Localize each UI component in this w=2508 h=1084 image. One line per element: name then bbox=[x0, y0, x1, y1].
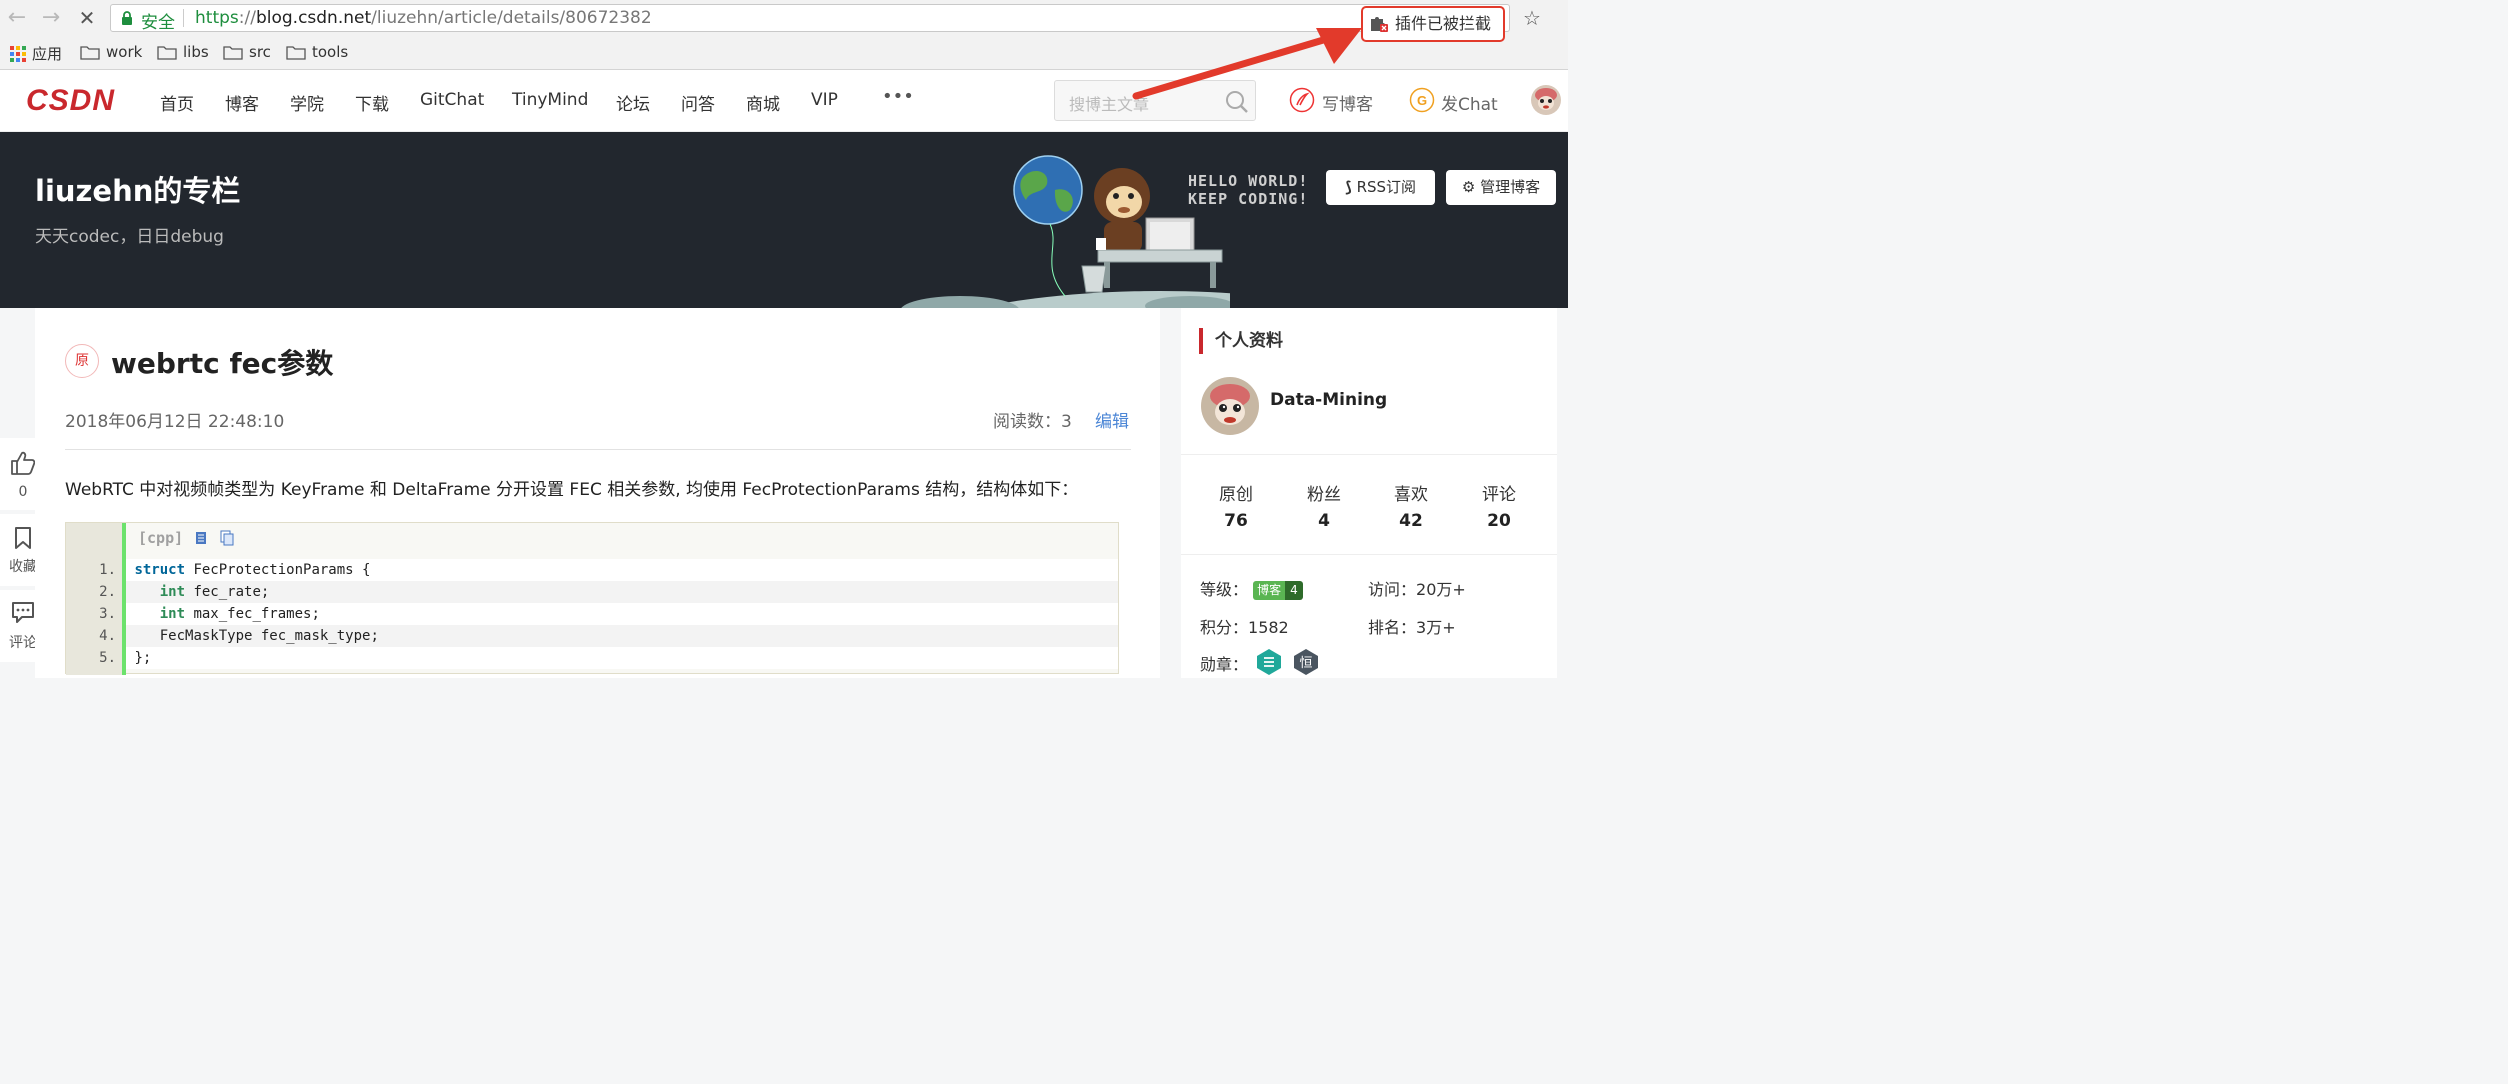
nav-academy[interactable]: 学院 bbox=[290, 90, 324, 115]
edit-link[interactable]: 编辑 bbox=[1095, 407, 1129, 432]
stat-likes[interactable]: 喜欢 42 bbox=[1375, 480, 1447, 531]
user-avatar[interactable] bbox=[1530, 84, 1562, 116]
read-count: 阅读数：3 bbox=[993, 412, 1072, 432]
article-date: 2018年06月12日 22:48:10 bbox=[65, 412, 285, 432]
forward-arrow-icon: → bbox=[41, 5, 61, 30]
banner-illustration bbox=[901, 155, 1230, 308]
blog-subtitle: 天天codec，日日debug bbox=[35, 227, 224, 247]
article-paragraph: WebRTC 中对视频帧类型为 KeyFrame 和 DeltaFrame 分开… bbox=[65, 480, 1079, 500]
level-row: 等级： 博客 4 bbox=[1200, 576, 1303, 600]
medal-persistence-label: 恒 bbox=[1299, 656, 1313, 671]
annotation-arrow-icon bbox=[1132, 28, 1362, 100]
nav-tinymind[interactable]: TinyMind bbox=[512, 90, 588, 110]
star-icon: ☆ bbox=[1523, 6, 1541, 30]
rss-subscribe-button[interactable]: ⟆ RSS订阅 bbox=[1326, 170, 1435, 205]
forward-button[interactable]: → bbox=[38, 6, 64, 30]
address-divider bbox=[183, 9, 184, 27]
thumbs-up-icon bbox=[11, 451, 36, 475]
stats-divider bbox=[1181, 554, 1557, 555]
article-main: 原 webrtc fec参数 2018年06月12日 22:48:10 阅读数：… bbox=[35, 308, 1160, 678]
back-arrow-icon: ← bbox=[7, 5, 27, 30]
copy-code-icon[interactable] bbox=[219, 530, 235, 546]
code-toolbar: [cpp] bbox=[138, 529, 235, 547]
bookmark-label: src bbox=[249, 43, 271, 61]
post-chat-link[interactable]: 发Chat bbox=[1441, 90, 1498, 115]
bookmark-folder-libs[interactable]: libs bbox=[157, 43, 209, 61]
rank-row: 排名：3万+ bbox=[1368, 618, 1456, 637]
rss-icon: ⟆ bbox=[1344, 178, 1352, 196]
nav-mall[interactable]: 商城 bbox=[746, 90, 780, 115]
nav-forum[interactable]: 论坛 bbox=[616, 90, 650, 115]
visits-row: 访问：20万+ bbox=[1368, 580, 1466, 599]
stat-comments[interactable]: 评论 20 bbox=[1463, 480, 1535, 531]
nav-home[interactable]: 首页 bbox=[160, 90, 194, 115]
nav-blog[interactable]: 博客 bbox=[225, 90, 259, 115]
folder-icon bbox=[223, 45, 243, 60]
folder-icon bbox=[157, 45, 177, 60]
code-line: 5. }; bbox=[99, 647, 1118, 669]
bookmark-folder-work[interactable]: work bbox=[80, 43, 142, 61]
hello-world-text: HELLO WORLD! KEEP CODING! bbox=[1188, 172, 1309, 208]
bookmark-folder-src[interactable]: src bbox=[223, 43, 271, 61]
bookmark-label: 应用 bbox=[32, 45, 63, 63]
bookmark-icon bbox=[15, 527, 31, 549]
stop-icon: ✕ bbox=[78, 6, 96, 30]
title-divider bbox=[65, 449, 1131, 450]
csdn-logo[interactable]: CSDN bbox=[26, 84, 115, 118]
bookmark-folder-tools[interactable]: tools bbox=[286, 43, 348, 61]
view-plain-icon[interactable] bbox=[195, 531, 207, 545]
points-row: 积分：1582 bbox=[1200, 618, 1289, 637]
svg-text:G: G bbox=[1417, 93, 1427, 108]
gitchat-icon: G bbox=[1409, 87, 1435, 113]
code-lang-label: [cpp] bbox=[138, 529, 184, 547]
folder-icon bbox=[286, 45, 306, 60]
profile-username[interactable]: Data-Mining bbox=[1270, 390, 1387, 410]
secure-label: 安全 bbox=[141, 13, 175, 33]
manage-label: 管理博客 bbox=[1480, 178, 1541, 196]
level-badge[interactable]: 博客 4 bbox=[1253, 581, 1303, 600]
nav-gitchat[interactable]: GitChat bbox=[420, 90, 484, 110]
apps-grid-icon bbox=[10, 45, 26, 62]
article-title: webrtc fec参数 bbox=[111, 347, 334, 380]
back-button[interactable]: ← bbox=[4, 6, 30, 30]
url-text[interactable]: https://blog.csdn.net/liuzehn/article/de… bbox=[195, 8, 652, 28]
stat-fans[interactable]: 粉丝 4 bbox=[1288, 480, 1360, 531]
code-line: 1. struct FecProtectionParams { bbox=[99, 559, 1118, 581]
plugin-blocked-label: 插件已被拦截 bbox=[1395, 14, 1492, 33]
original-badge: 原 bbox=[65, 344, 99, 378]
nav-vip[interactable]: VIP bbox=[811, 90, 838, 110]
code-line: 3. int max_fec_frames; bbox=[99, 603, 1118, 625]
bookmark-apps[interactable]: 应用 bbox=[10, 43, 62, 64]
bookmark-star-button[interactable]: ☆ bbox=[1518, 4, 1546, 32]
profile-divider bbox=[1181, 454, 1557, 455]
bookmark-label: libs bbox=[183, 43, 209, 61]
folder-icon bbox=[80, 45, 100, 60]
profile-header: 个人资料 bbox=[1199, 328, 1283, 354]
bookmark-label: work bbox=[106, 43, 143, 61]
rss-label: RSS订阅 bbox=[1356, 178, 1417, 196]
code-line: 2. int fec_rate; bbox=[99, 581, 1118, 603]
nav-qa[interactable]: 问答 bbox=[681, 90, 715, 115]
code-line: 4. FecMaskType fec_mask_type; bbox=[99, 625, 1118, 647]
medal-list-icon[interactable] bbox=[1256, 648, 1282, 676]
puzzle-blocked-icon bbox=[1371, 17, 1388, 32]
plugin-blocked-indicator[interactable]: 插件已被拦截 bbox=[1361, 6, 1505, 42]
lock-icon bbox=[122, 11, 132, 25]
bookmark-label: tools bbox=[312, 43, 349, 61]
profile-avatar[interactable] bbox=[1200, 376, 1260, 436]
manage-blog-button[interactable]: ⚙ 管理博客 bbox=[1446, 170, 1556, 205]
nav-download[interactable]: 下载 bbox=[355, 90, 389, 115]
stat-original[interactable]: 原创 76 bbox=[1200, 480, 1272, 531]
nav-more-icon[interactable]: ••• bbox=[882, 86, 914, 107]
stop-loading-button[interactable]: ✕ bbox=[74, 6, 100, 30]
gear-icon: ⚙ bbox=[1461, 178, 1476, 196]
code-block: [cpp] 1. struct FecProtectionParams { 2.… bbox=[65, 522, 1119, 675]
blog-title[interactable]: liuzehn的专栏 bbox=[35, 168, 240, 210]
medals-row: 勋章： bbox=[1200, 655, 1249, 674]
blog-banner: liuzehn的专栏 天天codec，日日debug HELLO WORLD! … bbox=[0, 132, 1568, 308]
comment-icon bbox=[12, 602, 34, 623]
profile-sidebar: 个人资料 Data-Mining 原创 76 粉丝 4 喜欢 42 评论 20 等级： … bbox=[1181, 308, 1557, 678]
